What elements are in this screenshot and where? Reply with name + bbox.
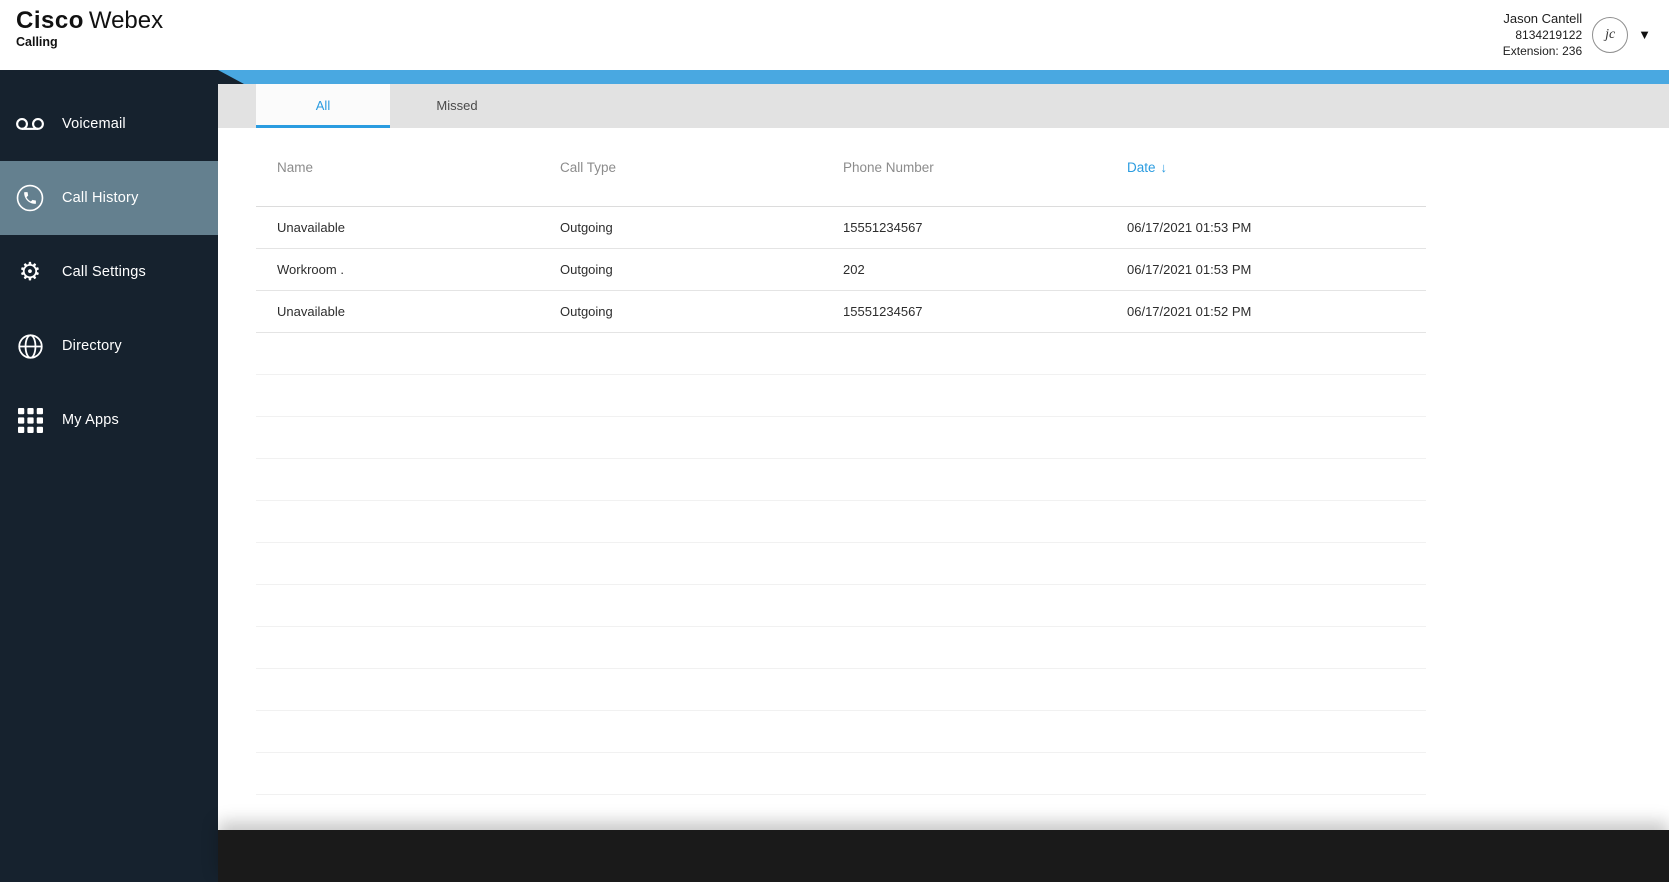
chevron-down-icon[interactable]: ▼ [1638, 17, 1651, 53]
brand-logo: Cisco Webex Calling [16, 8, 163, 50]
cell-phone-number: 202 [843, 262, 865, 277]
brand-title: Cisco Webex [16, 8, 163, 34]
user-extension: Extension: 236 [1502, 44, 1583, 58]
column-header-date[interactable]: Date ↓ [1106, 160, 1426, 175]
cell-date: 06/17/2021 01:53 PM [1127, 220, 1252, 235]
sidebar-item-label: Call Settings [62, 264, 146, 280]
column-header-date-label: Date [1127, 159, 1156, 175]
phone-icon [15, 184, 45, 212]
main-panel: All Missed Name Call Type Phone Number D… [218, 70, 1669, 882]
brand-webex: Webex [88, 7, 164, 34]
sidebar-item-label: Voicemail [62, 116, 126, 132]
cell-phone-number: 15551234567 [843, 220, 923, 235]
user-phone-number: 8134219122 [1515, 28, 1583, 42]
user-info: Jason Cantell 8134219122 Extension: 236 [1503, 10, 1582, 59]
cell-date: 06/17/2021 01:53 PM [1127, 262, 1252, 277]
sidebar-item-call-history[interactable]: Call History [0, 161, 218, 235]
tab-missed[interactable]: Missed [390, 84, 524, 128]
column-header-call-type[interactable]: Call Type [539, 160, 822, 175]
user-area: Jason Cantell 8134219122 Extension: 236 … [1503, 8, 1651, 59]
avatar[interactable]: jc [1592, 16, 1629, 53]
accent-bar [218, 70, 1669, 84]
cell-call-type: Outgoing [560, 262, 613, 277]
column-header-name[interactable]: Name [256, 160, 539, 175]
cell-name: Unavailable [277, 220, 345, 235]
tab-bar: All Missed [218, 84, 1669, 128]
voicemail-icon [15, 116, 45, 133]
app-window: Cisco Webex Calling Jason Cantell 8134219… [0, 0, 1669, 882]
bottom-bar [218, 830, 1669, 882]
cell-name: Workroom . [277, 262, 344, 277]
sidebar: Voicemail Call History ⚙ Call Settings D… [0, 70, 218, 882]
cell-date: 06/17/2021 01:52 PM [1127, 304, 1252, 319]
table-row[interactable]: Workroom . Outgoing 202 06/17/2021 01:53… [256, 249, 1426, 291]
sidebar-item-voicemail[interactable]: Voicemail [0, 87, 218, 161]
sidebar-notch [218, 70, 244, 84]
user-name: Jason Cantell [1503, 11, 1583, 26]
table-row[interactable]: Unavailable Outgoing 15551234567 06/17/2… [256, 291, 1426, 333]
brand-product: Calling [16, 35, 58, 49]
cell-call-type: Outgoing [560, 304, 613, 319]
call-history-table: Name Call Type Phone Number Date ↓ Unavai… [256, 128, 1426, 830]
cell-phone-number: 15551234567 [843, 304, 923, 319]
empty-rows-area [256, 333, 1426, 830]
sidebar-item-directory[interactable]: Directory [0, 309, 218, 383]
grid-icon [15, 407, 45, 433]
globe-icon [15, 333, 45, 360]
sidebar-item-label: My Apps [62, 412, 120, 428]
sidebar-item-label: Call History [62, 190, 139, 206]
cell-call-type: Outgoing [560, 220, 613, 235]
sidebar-item-label: Directory [62, 338, 122, 354]
column-header-phone-number[interactable]: Phone Number [822, 160, 1106, 175]
gear-icon: ⚙ [18, 257, 42, 286]
sidebar-item-call-settings[interactable]: ⚙ Call Settings [0, 235, 218, 309]
table-row[interactable]: Unavailable Outgoing 15551234567 06/17/2… [256, 207, 1426, 249]
sort-desc-icon: ↓ [1160, 159, 1168, 175]
brand-cisco: Cisco [16, 7, 84, 34]
top-header: Cisco Webex Calling Jason Cantell 8134219… [0, 0, 1669, 70]
table-header-row: Name Call Type Phone Number Date ↓ [256, 128, 1426, 207]
content-area: Voicemail Call History ⚙ Call Settings D… [0, 70, 1669, 882]
tab-all[interactable]: All [256, 84, 390, 128]
cell-name: Unavailable [277, 304, 345, 319]
sidebar-item-my-apps[interactable]: My Apps [0, 383, 218, 457]
